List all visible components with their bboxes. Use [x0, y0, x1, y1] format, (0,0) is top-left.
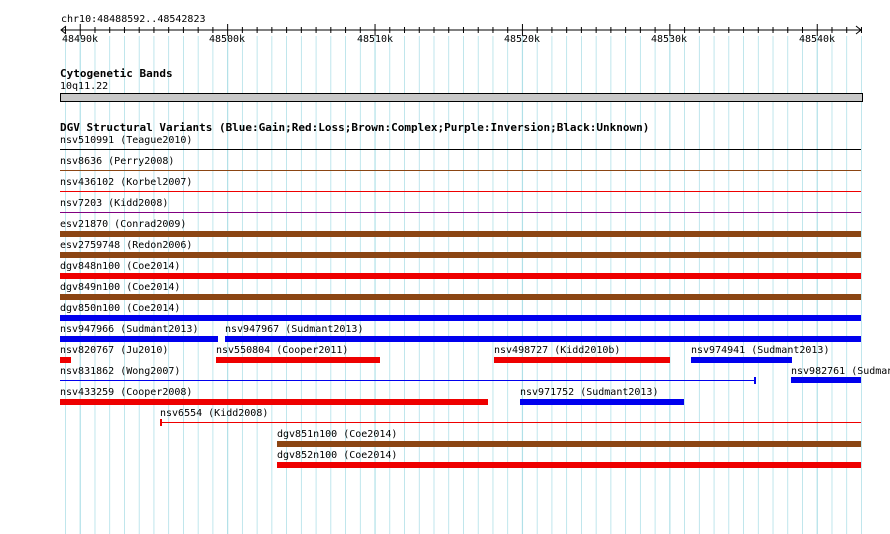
feature-bar[interactable] [60, 212, 861, 213]
feature-label[interactable]: nsv550804 (Cooper2011) [216, 345, 348, 356]
feature-bar[interactable] [225, 336, 861, 342]
dgv-track-title: DGV Structural Variants (Blue:Gain;Red:L… [60, 121, 650, 134]
ruler-axis [60, 24, 862, 36]
feature-label[interactable]: nsv831862 (Wong2007) [60, 366, 180, 377]
feature-bar[interactable] [691, 357, 792, 363]
feature-label[interactable]: nsv6554 (Kidd2008) [160, 408, 268, 419]
feature-bar[interactable] [60, 273, 861, 279]
feature-endcap [754, 377, 756, 384]
feature-label[interactable]: nsv8636 (Perry2008) [60, 156, 174, 167]
feature-bar[interactable] [60, 231, 861, 237]
feature-bar[interactable] [60, 252, 861, 258]
feature-label[interactable]: dgv850n100 (Coe2014) [60, 303, 180, 314]
feature-label[interactable]: esv2759748 (Redon2006) [60, 240, 192, 251]
feature-bar[interactable] [60, 357, 71, 363]
feature-label[interactable]: nsv947966 (Sudmant2013) [60, 324, 198, 335]
feature-bar[interactable] [277, 441, 861, 447]
feature-bar[interactable] [216, 357, 380, 363]
ruler-tick-label: 48500k [208, 34, 246, 45]
cytoband-track-title: Cytogenetic Bands [60, 67, 173, 80]
feature-label[interactable]: nsv7203 (Kidd2008) [60, 198, 168, 209]
feature-endcap [160, 419, 162, 426]
feature-bar[interactable] [60, 380, 755, 381]
feature-label[interactable]: nsv436102 (Korbel2007) [60, 177, 192, 188]
feature-label[interactable]: dgv852n100 (Coe2014) [277, 450, 397, 461]
feature-label[interactable]: nsv974941 (Sudmant2013) [691, 345, 829, 356]
feature-bar[interactable] [60, 336, 218, 342]
feature-label[interactable]: nsv510991 (Teague2010) [60, 135, 192, 146]
cytoband-name: 10q11.22 [60, 81, 109, 92]
ruler-tick-label: 48530k [650, 34, 688, 45]
feature-label[interactable]: dgv849n100 (Coe2014) [60, 282, 180, 293]
ruler-tick-label: 48520k [503, 34, 541, 45]
feature-label[interactable]: dgv848n100 (Coe2014) [60, 261, 180, 272]
feature-bar[interactable] [277, 462, 861, 468]
feature-label[interactable]: dgv851n100 (Coe2014) [277, 429, 397, 440]
feature-bar[interactable] [160, 422, 861, 423]
ruler-tick-label: 48540k [798, 34, 836, 45]
feature-bar[interactable] [60, 399, 488, 405]
feature-bar[interactable] [60, 191, 861, 192]
feature-bar[interactable] [60, 149, 861, 150]
feature-label[interactable]: nsv947967 (Sudmant2013) [225, 324, 363, 335]
cytoband-bar[interactable] [60, 93, 863, 102]
feature-label[interactable]: nsv498727 (Kidd2010b) [494, 345, 620, 356]
feature-bar[interactable] [791, 377, 861, 383]
ruler-tick-label: 48510k [356, 34, 394, 45]
feature-bar[interactable] [60, 294, 861, 300]
feature-bar[interactable] [520, 399, 684, 405]
feature-label[interactable]: nsv982761 (Sudmant2013) [791, 366, 890, 377]
ruler-tick-label: 48490k [61, 34, 99, 45]
feature-bar[interactable] [494, 357, 670, 363]
feature-label[interactable]: nsv971752 (Sudmant2013) [520, 387, 658, 398]
feature-label[interactable]: esv21870 (Conrad2009) [60, 219, 186, 230]
feature-label[interactable]: nsv433259 (Cooper2008) [60, 387, 192, 398]
feature-bar[interactable] [60, 315, 861, 321]
feature-label[interactable]: nsv820767 (Ju2010) [60, 345, 168, 356]
feature-bar[interactable] [60, 170, 861, 171]
